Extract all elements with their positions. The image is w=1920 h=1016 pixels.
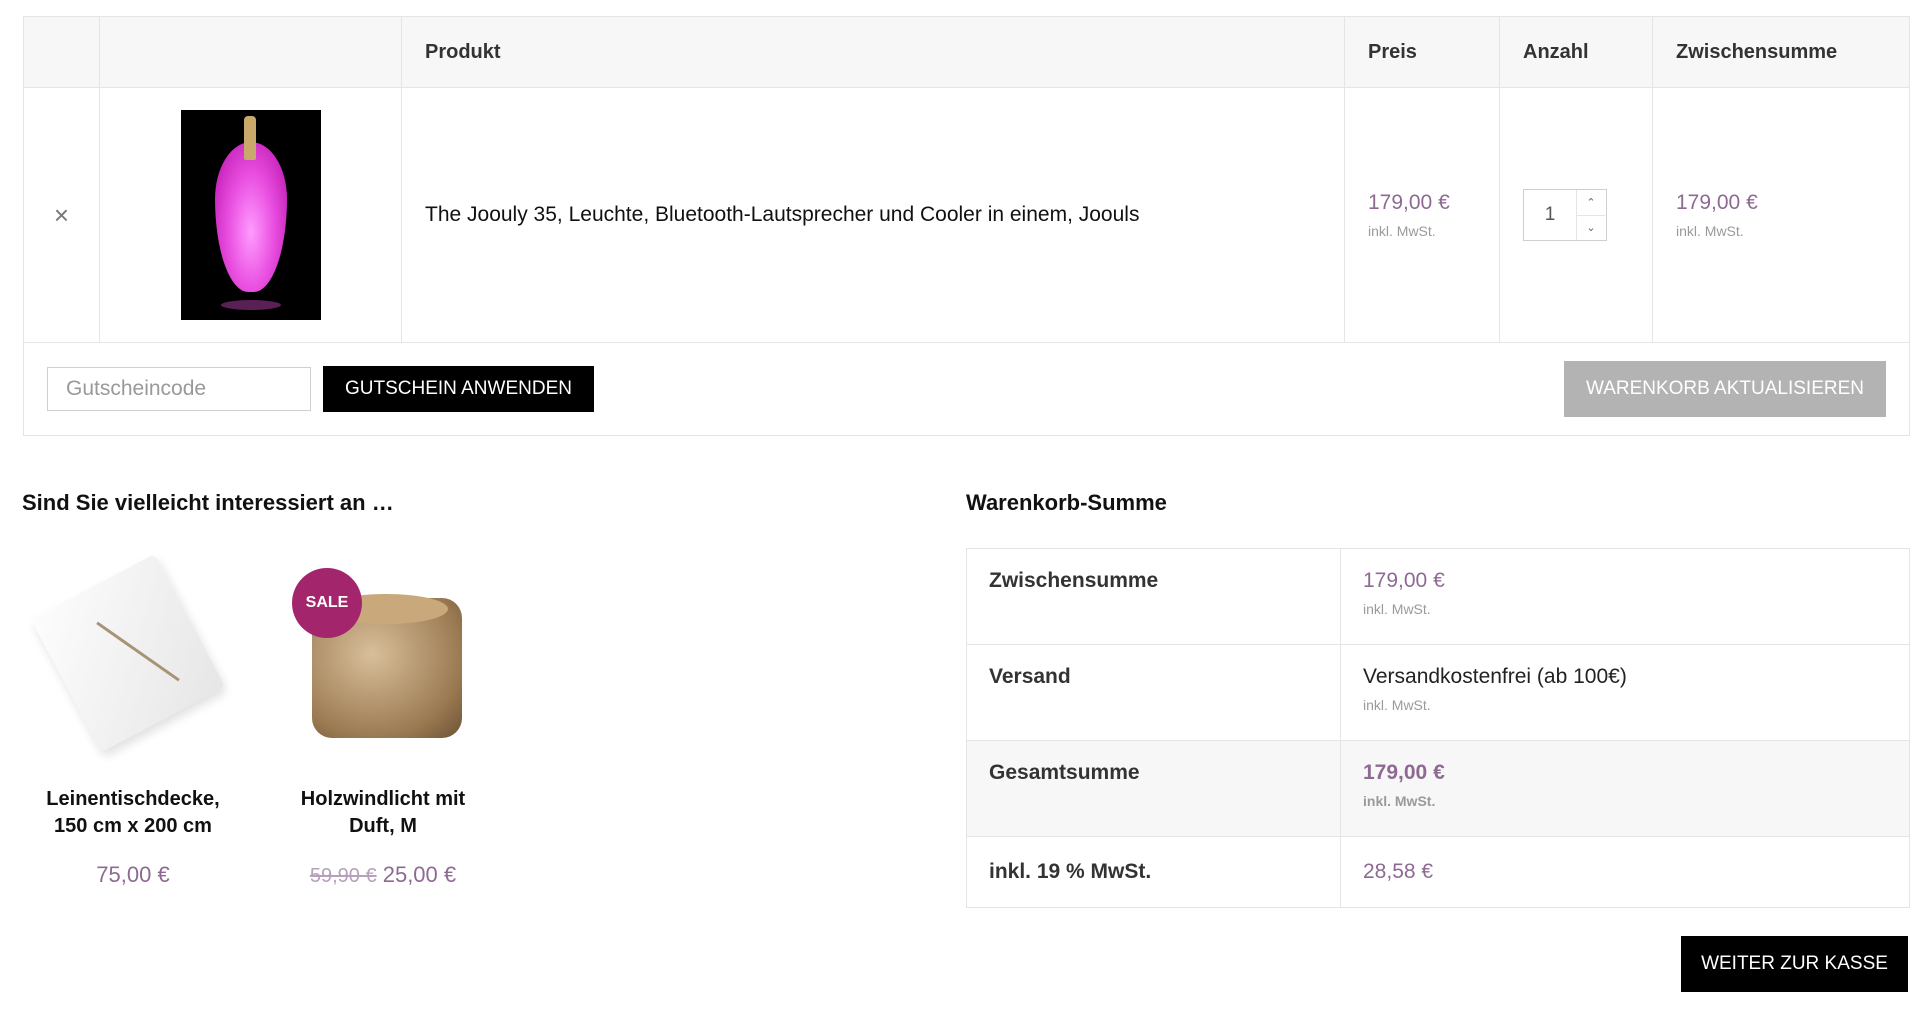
quantity-cell: ⌃ ⌄ xyxy=(1499,88,1652,342)
totals-value: 28,58 € xyxy=(1363,860,1434,883)
coupon-form: GUTSCHEIN ANWENDEN xyxy=(47,366,594,412)
product-image-wood-candle[interactable]: SALE xyxy=(278,560,488,780)
quantity-spinner: ⌃ ⌄ xyxy=(1576,190,1605,240)
product-image-tablecloth[interactable] xyxy=(28,553,238,780)
totals-note: inkl. MwSt. xyxy=(1363,601,1431,617)
totals-row-grand-total: Gesamtsumme 179,00 € inkl. MwSt. xyxy=(967,740,1909,836)
chevron-up-icon[interactable]: ⌃ xyxy=(1577,190,1605,215)
close-icon: × xyxy=(53,199,70,230)
product-thumbnail[interactable] xyxy=(180,110,321,320)
header-quantity: Anzahl xyxy=(1499,17,1652,87)
cross-sell-product-price: 75,00 € xyxy=(96,862,170,887)
cross-sell-product-name[interactable]: Holzwindlicht mit Duft, M xyxy=(278,786,488,840)
totals-label: inkl. 19 % MwSt. xyxy=(967,837,1341,907)
totals-label: Versand xyxy=(967,645,1341,740)
totals-note: inkl. MwSt. xyxy=(1363,793,1436,809)
cross-sell-product-card: Leinentischdecke, 150 cm x 200 cm 75,00 … xyxy=(28,553,238,888)
header-thumbnail xyxy=(99,17,401,87)
totals-value-cell: 28,58 € xyxy=(1341,837,1909,907)
totals-value: Versandkostenfrei (ab 100€) xyxy=(1363,665,1627,688)
product-price-cell: 179,00 € inkl. MwSt. xyxy=(1344,88,1499,342)
cross-sell-price-group: 59,90 € 25,00 € xyxy=(278,862,488,888)
totals-value-cell: 179,00 € inkl. MwSt. xyxy=(1341,741,1909,836)
proceed-to-checkout-button[interactable]: WEITER ZUR KASSE xyxy=(1681,936,1908,992)
totals-row-shipping: Versand Versandkostenfrei (ab 100€) inkl… xyxy=(967,644,1909,740)
header-product: Produkt xyxy=(401,17,1344,87)
totals-value: 179,00 € xyxy=(1363,569,1445,592)
update-cart-button[interactable]: WARENKORB AKTUALISIEREN xyxy=(1563,361,1886,417)
quantity-stepper: ⌃ ⌄ xyxy=(1523,189,1607,241)
product-subtotal-tax: inkl. MwSt. xyxy=(1676,223,1744,239)
cart-table-header: Produkt Preis Anzahl Zwischensumme xyxy=(24,17,1909,87)
totals-label: Gesamtsumme xyxy=(967,741,1341,836)
totals-value-cell: 179,00 € inkl. MwSt. xyxy=(1341,549,1909,644)
coupon-code-input[interactable] xyxy=(47,367,311,411)
remove-item-button[interactable]: × xyxy=(24,88,99,342)
totals-note: inkl. MwSt. xyxy=(1363,697,1431,713)
totals-row-subtotal: Zwischensumme 179,00 € inkl. MwSt. xyxy=(967,549,1909,644)
chevron-down-icon[interactable]: ⌄ xyxy=(1577,214,1605,241)
cross-sell-product-name[interactable]: Leinentischdecke, 150 cm x 200 cm xyxy=(28,786,238,840)
sale-badge: SALE xyxy=(292,568,362,638)
header-remove xyxy=(24,17,99,87)
cart-totals-title: Warenkorb-Summe xyxy=(966,490,1167,515)
header-subtotal: Zwischensumme xyxy=(1652,17,1909,87)
totals-row-tax: inkl. 19 % MwSt. 28,58 € xyxy=(967,836,1909,907)
product-name-cell: The Joouly 35, Leuchte, Bluetooth-Lautsp… xyxy=(401,88,1344,342)
product-subtotal: 179,00 € xyxy=(1676,191,1758,214)
cart-totals-table: Zwischensumme 179,00 € inkl. MwSt. Versa… xyxy=(966,548,1910,908)
cross-sells-title: Sind Sie vielleicht interessiert an … xyxy=(22,490,394,515)
cross-sell-product-card: SALE Holzwindlicht mit Duft, M 59,90 € 2… xyxy=(278,560,488,888)
product-price-tax: inkl. MwSt. xyxy=(1368,223,1436,239)
cart-actions: GUTSCHEIN ANWENDEN WARENKORB AKTUALISIER… xyxy=(24,342,1909,435)
product-thumbnail-cell xyxy=(99,88,401,342)
header-price: Preis xyxy=(1344,17,1499,87)
product-price: 179,00 € xyxy=(1368,191,1450,214)
cross-sell-old-price: 59,90 € xyxy=(309,865,377,887)
product-name-link[interactable]: The Joouly 35, Leuchte, Bluetooth-Lautsp… xyxy=(425,203,1139,227)
apply-coupon-button[interactable]: GUTSCHEIN ANWENDEN xyxy=(323,366,594,412)
cross-sell-product-price: 25,00 € xyxy=(382,862,457,887)
totals-label: Zwischensumme xyxy=(967,549,1341,644)
cart-item-row: × The Joouly 35, Leuchte, Bluetooth-Laut… xyxy=(24,87,1909,342)
totals-value-cell: Versandkostenfrei (ab 100€) inkl. MwSt. xyxy=(1341,645,1909,740)
quantity-input[interactable] xyxy=(1524,190,1576,240)
totals-value: 179,00 € xyxy=(1363,761,1445,784)
product-subtotal-cell: 179,00 € inkl. MwSt. xyxy=(1652,88,1909,342)
cart-table: Produkt Preis Anzahl Zwischensumme × The… xyxy=(23,16,1910,436)
